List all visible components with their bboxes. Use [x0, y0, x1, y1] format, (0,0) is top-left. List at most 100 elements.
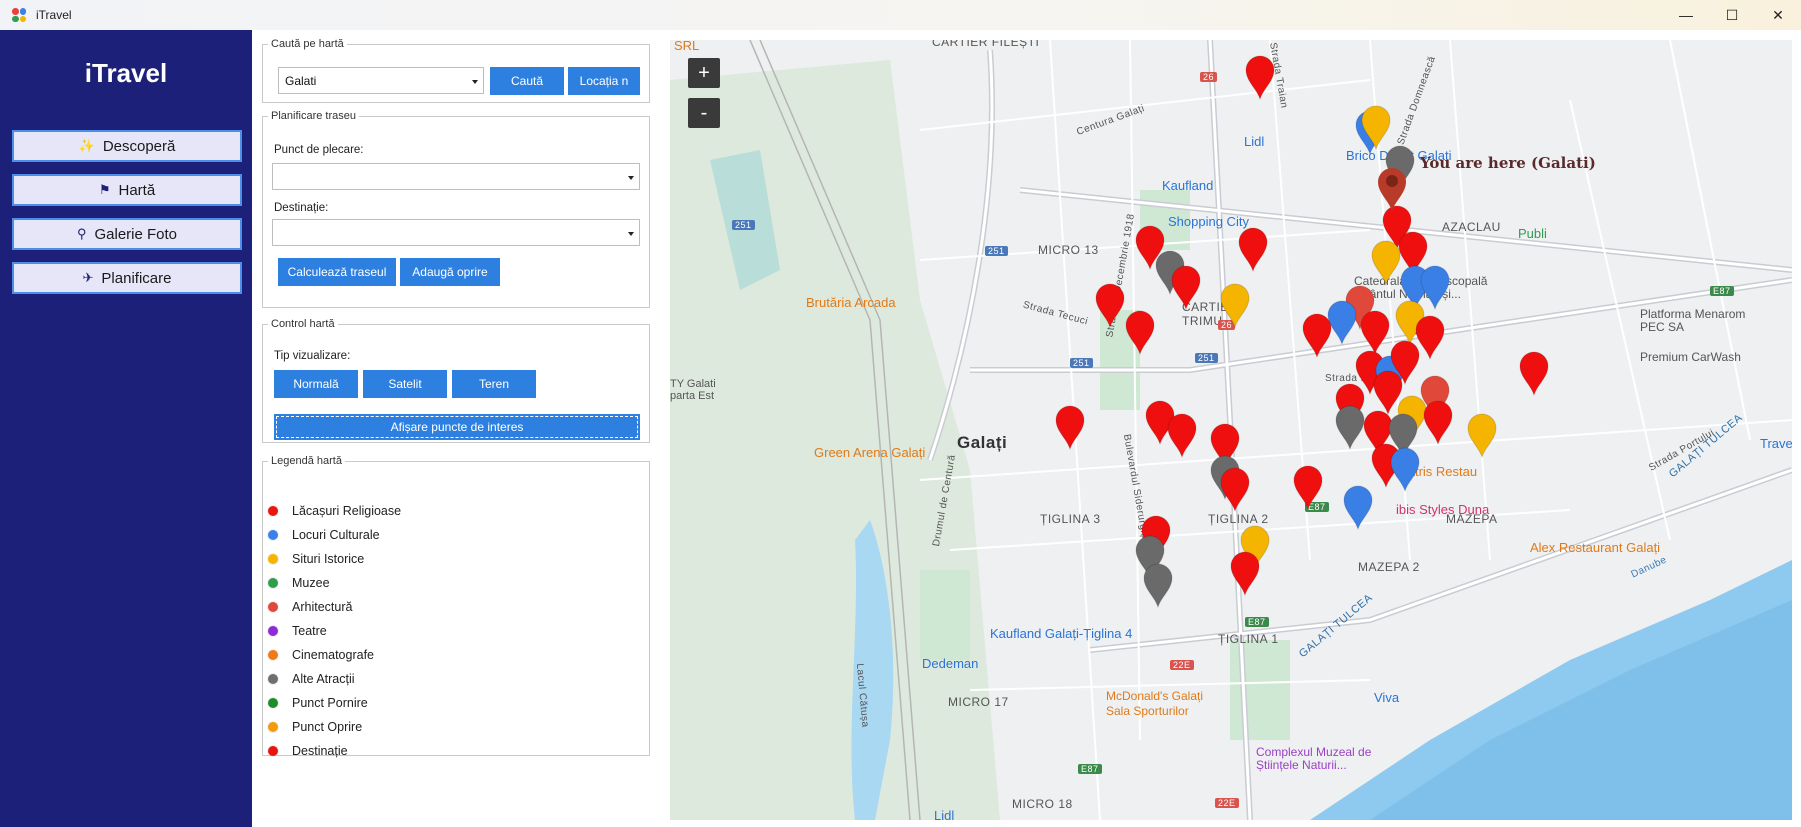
sparkle-icon: ✨: [78, 138, 95, 153]
legend-item: Locuri Culturale: [268, 528, 380, 542]
view-satellite-button[interactable]: Satelit: [363, 370, 447, 398]
nav-map-button[interactable]: ⚑ Hartă: [12, 174, 242, 206]
legend-marker-icon: [268, 506, 278, 516]
map-pin-icon[interactable]: [1166, 412, 1198, 458]
legend-label: Muzee: [292, 576, 330, 590]
legend-marker-icon: [268, 602, 278, 612]
map-pin-icon[interactable]: [1142, 562, 1174, 608]
map-pin-icon[interactable]: [1170, 264, 1202, 310]
map-pin-icon[interactable]: [1229, 550, 1261, 596]
view-type-label: Tip vizualizare:: [274, 350, 351, 362]
search-icon: ⚲: [76, 226, 87, 241]
current-location-pin-icon[interactable]: [1376, 166, 1408, 212]
chevron-down-icon: [472, 80, 478, 84]
legend-item: Muzee: [268, 576, 330, 590]
city-select-value: Galati: [285, 74, 317, 88]
map-pin-icon[interactable]: [1466, 412, 1498, 458]
legend-label: Lăcașuri Religioase: [292, 504, 402, 518]
window-title: iTravel: [36, 8, 72, 22]
legend-item: Lăcașuri Religioase: [268, 504, 401, 518]
nav-label: Planificare: [101, 269, 172, 287]
legend-marker-icon: [268, 626, 278, 636]
calculate-route-button[interactable]: Calculează traseul: [278, 258, 396, 286]
legend-label: Locuri Culturale: [292, 528, 380, 542]
group-title: Caută pe hartă: [271, 38, 344, 50]
flag-icon: ⚑: [98, 182, 111, 197]
legend-label: Situri Istorice: [292, 552, 365, 566]
nav-gallery-button[interactable]: ⚲ Galerie Foto: [12, 218, 242, 250]
map-pin-icon[interactable]: [1054, 404, 1086, 450]
map-pin-icon[interactable]: [1219, 282, 1251, 328]
start-select[interactable]: [272, 163, 640, 190]
sidebar: iTravel ✨ Descoperă ⚑ Hartă ⚲ Galerie Fo…: [0, 30, 252, 827]
maximize-button[interactable]: ☐: [1709, 0, 1755, 30]
map-pin-icon[interactable]: [1370, 239, 1402, 285]
start-label: Punct de plecare:: [274, 144, 364, 156]
legend-marker-icon: [268, 578, 278, 588]
group-title: Planificare traseu: [271, 110, 356, 122]
nav-label: Hartă: [118, 181, 156, 199]
legend-marker-icon: [268, 698, 278, 708]
legend-item: Punct Oprire: [268, 720, 362, 734]
legend-label: Teatre: [292, 624, 327, 638]
app-window: { "window": { "title": "iTravel", "minim…: [0, 0, 1801, 827]
map-pin-icon[interactable]: [1292, 464, 1324, 510]
map-pin-icon[interactable]: [1244, 54, 1276, 100]
legend-marker-icon: [268, 674, 278, 684]
title-bar: iTravel — ☐ ✕: [0, 0, 1801, 30]
map-pin-icon[interactable]: [1219, 466, 1251, 512]
legend-item: Cinematografe: [268, 648, 374, 662]
map-pin-icon[interactable]: [1237, 226, 1269, 272]
legend-marker-icon: [268, 650, 278, 660]
app-logo-icon: [12, 8, 26, 22]
minimize-button[interactable]: —: [1663, 0, 1709, 30]
show-poi-button[interactable]: Afișare puncte de interes: [274, 414, 640, 440]
legend-marker-icon: [268, 746, 278, 756]
legend-label: Punct Pornire: [292, 696, 368, 710]
destination-label: Destinație:: [274, 202, 329, 214]
group-title: Control hartă: [271, 318, 335, 330]
legend-label: Arhitectură: [292, 600, 353, 614]
legend-label: Destinație: [292, 744, 348, 758]
legend-item: Alte Atracții: [268, 672, 355, 686]
legend-item: Destinație: [268, 744, 348, 758]
nav-label: Descoperă: [102, 137, 176, 155]
legend-marker-icon: [268, 722, 278, 732]
legend-label: Cinematografe: [292, 648, 374, 662]
map-pin-icon[interactable]: [1301, 312, 1333, 358]
view-normal-button[interactable]: Normală: [274, 370, 358, 398]
map-pin-icon[interactable]: [1124, 309, 1156, 355]
legend-marker-icon: [268, 530, 278, 540]
map-pin-icon[interactable]: [1422, 399, 1454, 445]
airplane-icon: ✈: [82, 270, 94, 285]
map-pin-icon[interactable]: [1342, 484, 1374, 530]
map-pin-icon[interactable]: [1094, 282, 1126, 328]
add-stop-button[interactable]: Adaugă oprire: [400, 258, 500, 286]
my-location-button[interactable]: Locația n: [568, 67, 640, 95]
legend-marker-icon: [268, 554, 278, 564]
map-pin-icon[interactable]: [1518, 350, 1550, 396]
you-are-here-label: You are here (Galati): [1420, 154, 1596, 172]
search-button[interactable]: Caută: [490, 67, 564, 95]
legend-item: Situri Istorice: [268, 552, 364, 566]
chevron-down-icon: [628, 232, 634, 236]
map-view[interactable]: CARTIER FILEȘTI MICRO 13 CARTIER TRIMU A…: [670, 40, 1792, 820]
chevron-down-icon: [628, 176, 634, 180]
legend-item: Punct Pornire: [268, 696, 368, 710]
brand-title: iTravel: [84, 58, 168, 88]
view-terrain-button[interactable]: Teren: [452, 370, 536, 398]
legend-label: Alte Atracții: [292, 672, 355, 686]
legend-label: Punct Oprire: [292, 720, 363, 734]
close-button[interactable]: ✕: [1755, 0, 1801, 30]
nav-planning-button[interactable]: ✈ Planificare: [12, 262, 242, 294]
legend-item: Teatre: [268, 624, 327, 638]
legend-item: Arhitectură: [268, 600, 352, 614]
nav-label: Galerie Foto: [94, 225, 178, 243]
group-title: Legendă hartă: [271, 455, 342, 467]
city-select[interactable]: Galati: [278, 67, 484, 94]
nav-discover-button[interactable]: ✨ Descoperă: [12, 130, 242, 162]
destination-select[interactable]: [272, 219, 640, 246]
map-pin-icon[interactable]: [1389, 446, 1421, 492]
map-markers: [670, 40, 1792, 820]
control-panel: Caută pe hartă Galati Caută Locația n Pl…: [252, 30, 670, 827]
